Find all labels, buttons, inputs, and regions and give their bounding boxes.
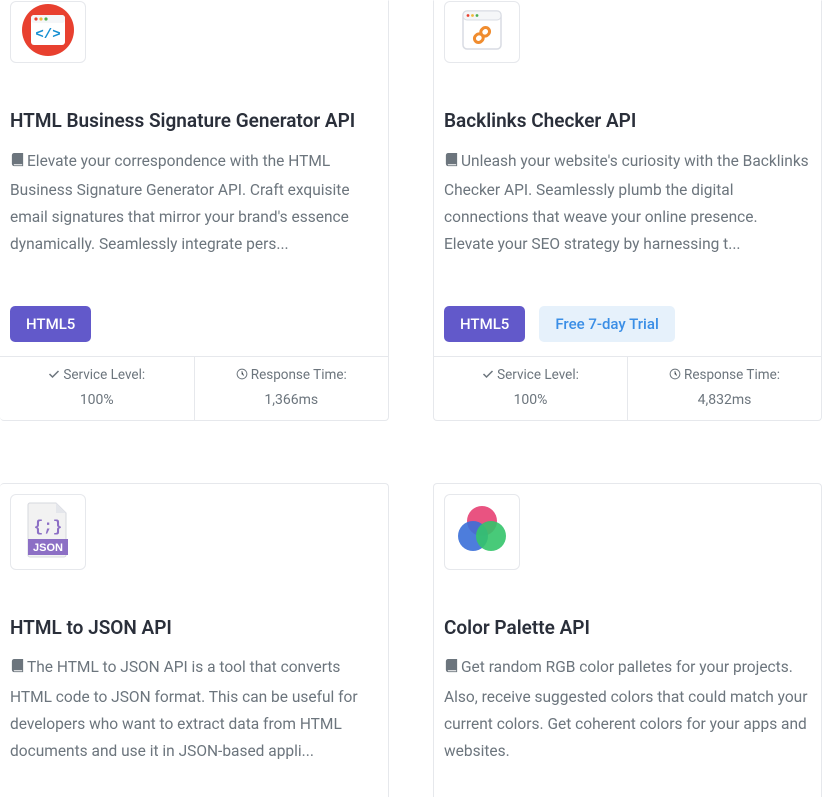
api-description: The HTML to JSON API is a tool that conv… xyxy=(10,654,378,765)
stat-service-level: Service Level: 100% xyxy=(434,357,627,420)
api-title: Backlinks Checker API xyxy=(444,109,811,134)
api-card[interactable]: </> HTML Business Signature Generator AP… xyxy=(0,0,389,421)
stat-service-level: Service Level: 100% xyxy=(0,357,194,420)
stat-response-time: Response Time: 4,832ms xyxy=(627,357,821,420)
color-venn-icon xyxy=(453,501,511,563)
tag-row: HTML5 xyxy=(10,306,378,342)
link-window-icon xyxy=(457,5,507,59)
tag-html5[interactable]: HTML5 xyxy=(10,306,91,342)
book-icon xyxy=(444,656,459,683)
tag-html5[interactable]: HTML5 xyxy=(444,306,525,342)
api-description: Unleash your website's curiosity with th… xyxy=(444,148,811,288)
svg-text:</>: </> xyxy=(35,27,60,43)
tag-row: HTML5 Free 7-day Trial xyxy=(444,306,811,342)
api-title: HTML Business Signature Generator API xyxy=(10,109,378,134)
api-icon-box: {;} JSON xyxy=(10,494,86,570)
book-icon xyxy=(10,150,25,177)
api-description: Get random RGB color palletes for your p… xyxy=(444,654,811,765)
stats-row: Service Level: 100% Response Time: 4,832… xyxy=(434,356,821,420)
check-icon xyxy=(48,368,60,384)
clock-icon xyxy=(236,368,248,384)
stats-row: Service Level: 100% Response Time: 1,366… xyxy=(0,356,388,420)
api-icon-box xyxy=(444,494,520,570)
api-icon-box: </> xyxy=(10,1,86,63)
stat-response-time: Response Time: 1,366ms xyxy=(194,357,389,420)
api-description: Elevate your correspondence with the HTM… xyxy=(10,148,378,288)
api-card[interactable]: {;} JSON HTML to JSON API The HTML to JS… xyxy=(0,483,389,797)
svg-text:{;}: {;} xyxy=(34,518,63,536)
check-icon xyxy=(482,368,494,384)
api-icon-box xyxy=(444,1,520,63)
book-icon xyxy=(444,150,459,177)
json-file-icon: {;} JSON xyxy=(24,501,72,563)
api-card[interactable]: Color Palette API Get random RGB color p… xyxy=(433,483,822,797)
api-title: HTML to JSON API xyxy=(10,616,378,641)
api-title: Color Palette API xyxy=(444,616,811,641)
svg-text:JSON: JSON xyxy=(33,542,63,554)
clock-icon xyxy=(669,368,681,384)
card-grid: </> HTML Business Signature Generator AP… xyxy=(0,0,822,797)
api-card[interactable]: Backlinks Checker API Unleash your websi… xyxy=(433,0,822,421)
code-window-icon: </> xyxy=(21,3,75,61)
book-icon xyxy=(10,656,25,683)
tag-free-trial[interactable]: Free 7-day Trial xyxy=(539,306,674,342)
